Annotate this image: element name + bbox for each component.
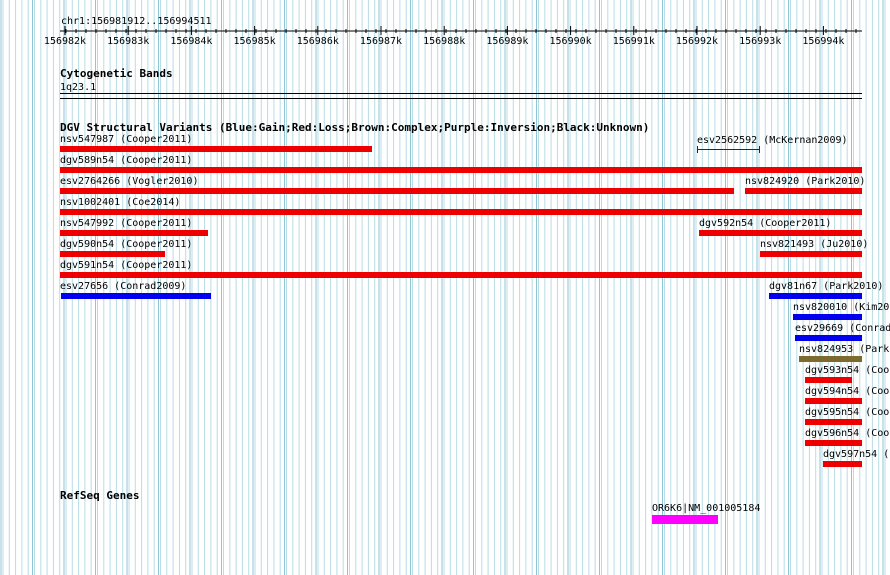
dgv-feature-bar[interactable] xyxy=(699,230,862,236)
ruler-tick-label: 156989k xyxy=(486,36,528,47)
dgv-feature-label[interactable]: nsv821493 (Ju2010) xyxy=(760,239,868,250)
refseq-gene-label[interactable]: OR6K6|NM_001005184 xyxy=(652,503,760,514)
ruler-tick-label: 156993k xyxy=(739,36,781,47)
dgv-feature-bar[interactable] xyxy=(60,188,734,194)
dgv-feature-label[interactable]: nsv824953 (Park2 xyxy=(799,344,890,355)
dgv-feature-marker[interactable] xyxy=(697,149,759,150)
ruler-tick-label: 156984k xyxy=(170,36,212,47)
dgv-feature-label[interactable]: dgv593n54 (Coop xyxy=(805,365,890,376)
dgv-feature-bar[interactable] xyxy=(60,230,208,236)
dgv-feature-bar[interactable] xyxy=(795,335,862,341)
dgv-feature-bar[interactable] xyxy=(60,272,862,278)
cytoband-label[interactable]: 1q23.1 xyxy=(60,82,96,93)
dgv-feature-label[interactable]: dgv592n54 (Cooper2011) xyxy=(699,218,831,229)
dgv-feature-label[interactable]: nsv547992 (Cooper2011) xyxy=(60,218,192,229)
ruler-tick-label: 156988k xyxy=(423,36,465,47)
dgv-feature-bar[interactable] xyxy=(760,251,862,257)
dgv-feature-bar[interactable] xyxy=(793,314,862,320)
dgv-feature-label[interactable]: dgv597n54 ( xyxy=(823,449,889,460)
dgv-feature-label[interactable]: dgv81n67 (Park2010) xyxy=(769,281,883,292)
ruler-tick-label: 156992k xyxy=(676,36,718,47)
cytoband-line-top xyxy=(60,93,862,94)
ruler-tick-label: 156986k xyxy=(297,36,339,47)
dgv-feature-bar[interactable] xyxy=(799,356,862,362)
refseq-track-title[interactable]: RefSeq Genes xyxy=(60,490,139,502)
dgv-feature-label[interactable]: esv2764266 (Vogler2010) xyxy=(60,176,198,187)
dgv-feature-bar[interactable] xyxy=(60,146,372,152)
dgv-feature-bar[interactable] xyxy=(805,440,862,446)
ruler-tick-label: 156990k xyxy=(550,36,592,47)
dgv-feature-bar[interactable] xyxy=(805,377,852,383)
dgv-feature-label[interactable]: dgv590n54 (Cooper2011) xyxy=(60,239,192,250)
cytoband-track-title[interactable]: Cytogenetic Bands xyxy=(60,68,173,80)
ruler-tick-label: 156982k xyxy=(44,36,86,47)
ruler-axis[interactable]: 156982k 156983k 156984k 156985k 156986k 15698… xyxy=(0,24,890,50)
cytoband-line-bottom xyxy=(60,98,862,99)
dgv-feature-label[interactable]: dgv589n54 (Cooper2011) xyxy=(60,155,192,166)
dgv-feature-bar[interactable] xyxy=(60,209,862,215)
dgv-feature-bar[interactable] xyxy=(60,167,862,173)
dgv-feature-label[interactable]: esv29669 (Conrad xyxy=(795,323,890,334)
dgv-feature-label[interactable]: dgv594n54 (Coop xyxy=(805,386,890,397)
dgv-feature-label[interactable]: dgv591n54 (Cooper2011) xyxy=(60,260,192,271)
dgv-feature-marker-end xyxy=(697,146,698,153)
dgv-feature-label[interactable]: esv2562592 (McKernan2009) xyxy=(697,135,848,146)
ruler-tick-label: 156985k xyxy=(234,36,276,47)
dgv-feature-marker-end xyxy=(759,146,760,153)
dgv-feature-label[interactable]: nsv820010 (Kim20 xyxy=(793,302,889,313)
dgv-feature-bar[interactable] xyxy=(823,461,862,467)
dgv-feature-bar[interactable] xyxy=(805,398,862,404)
dgv-feature-label[interactable]: esv27656 (Conrad2009) xyxy=(60,281,186,292)
dgv-feature-bar[interactable] xyxy=(769,293,862,299)
dgv-feature-label[interactable]: nsv824920 (Park2010) xyxy=(745,176,865,187)
dgv-feature-bar[interactable] xyxy=(61,293,211,299)
dgv-feature-bar[interactable] xyxy=(60,251,165,257)
dgv-track-title[interactable]: DGV Structural Variants (Blue:Gain;Red:L… xyxy=(60,122,649,134)
ruler-tick-label: 156991k xyxy=(613,36,655,47)
ruler-tick-label: 156994k xyxy=(802,36,844,47)
dgv-feature-label[interactable]: dgv595n54 (Coop xyxy=(805,407,890,418)
dgv-feature-label[interactable]: nsv547987 (Cooper2011) xyxy=(60,134,192,145)
dgv-feature-label[interactable]: dgv596n54 (Coop xyxy=(805,428,890,439)
dgv-feature-label[interactable]: nsv1002401 (Coe2014) xyxy=(60,197,180,208)
dgv-feature-bar[interactable] xyxy=(745,188,862,194)
ruler-tick-label: 156987k xyxy=(360,36,402,47)
refseq-gene-bar[interactable] xyxy=(652,515,718,524)
ruler-tick-label: 156983k xyxy=(107,36,149,47)
dgv-feature-bar[interactable] xyxy=(805,419,862,425)
